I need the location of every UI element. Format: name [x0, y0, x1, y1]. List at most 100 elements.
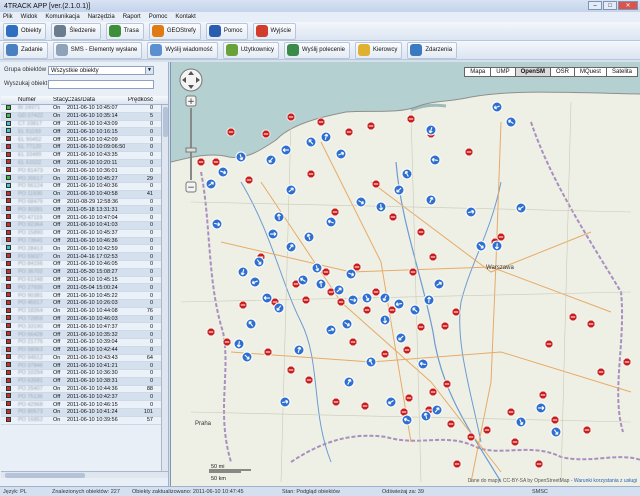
vehicle-stop-icon[interactable] [301, 295, 311, 305]
vehicle-stop-icon[interactable] [348, 337, 358, 347]
vehicle-moving-icon[interactable] [379, 292, 391, 304]
zoom-in-button[interactable]: + [187, 97, 195, 107]
table-row[interactable]: PO 73641 Off 2011-06-10 10:46:36 0 [1, 237, 161, 246]
vehicle-moving-icon[interactable] [249, 276, 261, 288]
table-row[interactable]: PO 27935 Off 2011-05-04 15:00:24 0 [1, 284, 161, 293]
vehicle-moving-icon[interactable] [267, 228, 279, 240]
vehicle-stop-icon[interactable] [428, 252, 438, 262]
vehicle-moving-icon[interactable] [375, 201, 387, 213]
vehicle-moving-icon[interactable] [347, 294, 359, 306]
vehicle-stop-icon[interactable] [452, 459, 462, 469]
map-tab-mapa[interactable]: Mapa [464, 67, 492, 77]
menu-komunikacja[interactable]: Komunikacja [45, 14, 79, 20]
table-row[interactable]: PO 84156 Off 2011-06-10 10:46:05 0 [1, 260, 161, 269]
vehicle-stop-icon[interactable] [416, 227, 426, 237]
table-row[interactable]: PO 10294 Off 2011-06-10 10:36:30 0 [1, 370, 161, 378]
minimize-button[interactable]: – [588, 1, 602, 10]
vehicle-stop-icon[interactable] [596, 367, 606, 377]
vehicle-stop-icon[interactable] [408, 267, 418, 277]
vehicle-stop-icon[interactable] [261, 129, 271, 139]
vehicle-moving-icon[interactable] [241, 351, 253, 363]
vehicle-stop-icon[interactable] [538, 390, 548, 400]
vehicle-moving-icon[interactable] [265, 154, 277, 166]
vehicle-moving-icon[interactable] [401, 414, 413, 426]
vehicle-moving-icon[interactable] [365, 356, 377, 368]
vehicle-moving-icon[interactable] [320, 131, 332, 143]
vehicle-moving-icon[interactable] [515, 416, 527, 428]
table-row[interactable]: PO 29407 On 2011-06-10 10:44:36 88 [1, 385, 161, 394]
menu-raport[interactable]: Raport [123, 14, 141, 20]
vehicle-moving-icon[interactable] [475, 240, 487, 252]
vehicle-stop-icon[interactable] [196, 157, 206, 167]
wyślij-wiadomość-button[interactable]: Wyślij wiadomość [147, 41, 218, 59]
vehicle-moving-icon[interactable] [401, 168, 413, 180]
map-tab-osr[interactable]: OSR [549, 67, 575, 77]
table-row[interactable]: PO 47119 Off 2011-06-10 10:47:04 0 [1, 214, 161, 222]
pomoc-button[interactable]: Pomoc [205, 22, 248, 40]
table-row[interactable]: PO 59027 On 2011-04-16 17:02:53 0 [1, 253, 161, 261]
obiekty-button[interactable]: Obiekty [3, 22, 47, 40]
map-tab-mquest[interactable]: MQuest [573, 67, 607, 77]
vehicle-moving-icon[interactable] [280, 144, 292, 156]
vehicle-moving-icon[interactable] [235, 151, 247, 163]
vehicle-stop-icon[interactable] [464, 147, 474, 157]
vehicle-moving-icon[interactable] [245, 318, 257, 330]
table-row[interactable]: PO 37846 Off 2011-06-10 10:41:21 0 [1, 362, 161, 371]
table-row[interactable]: PO 80573 On 2011-06-10 10:41:24 101 [1, 408, 161, 417]
map-tab-ump[interactable]: UMP [490, 67, 516, 77]
menu-plik[interactable]: Plik [3, 14, 13, 20]
vehicle-stop-icon[interactable] [510, 437, 520, 447]
search-input[interactable] [48, 80, 154, 89]
vehicle-moving-icon[interactable] [233, 338, 245, 350]
vehicle-moving-icon[interactable] [393, 298, 405, 310]
table-row[interactable]: PO 75136 Off 2011-06-10 10:42:37 0 [1, 393, 161, 402]
vehicle-stop-icon[interactable] [404, 393, 414, 403]
vehicle-stop-icon[interactable] [371, 179, 381, 189]
table-row[interactable]: EL 51193 Off 2011-06-10 10:16:15 0 [1, 128, 161, 137]
vehicle-moving-icon[interactable] [261, 292, 273, 304]
zadanie-button[interactable]: Zadanie [3, 41, 48, 59]
table-row[interactable]: PO 28413 On 2011-06-10 10:42:59 0 [1, 245, 161, 254]
vehicle-moving-icon[interactable] [417, 358, 429, 370]
vehicle-moving-icon[interactable] [395, 332, 407, 344]
table-row[interactable]: PO 16852 On 2011-06-10 10:39:56 57 [1, 416, 161, 425]
table-row[interactable]: PO 68475 Off 2010-08-29 12:58:36 0 [1, 198, 161, 207]
vehicle-stop-icon[interactable] [451, 307, 461, 317]
vehicle-stop-icon[interactable] [331, 397, 341, 407]
menu-pomoc[interactable]: Pomoc [149, 14, 168, 20]
vehicle-stop-icon[interactable] [286, 365, 296, 375]
vehicle-stop-icon[interactable] [466, 432, 476, 442]
map-tab-opensm[interactable]: OpenSM [514, 67, 551, 77]
table-row[interactable]: PO 33190 Off 2011-06-10 10:47:37 0 [1, 323, 161, 332]
col-numer[interactable]: Numer [18, 97, 53, 103]
table-row[interactable]: BI 24971 On 2011-06-10 10:45:07 0 [1, 105, 161, 113]
vehicle-moving-icon[interactable] [423, 294, 435, 306]
table-row[interactable]: PO 58063 Off 2011-06-10 10:42:44 0 [1, 346, 161, 355]
table-row[interactable]: PO 20517 On 2011-06-10 10:45:27 29 [1, 175, 161, 183]
vehicle-moving-icon[interactable] [237, 266, 249, 278]
vehicle-moving-icon[interactable] [505, 116, 517, 128]
vertical-scrollbar[interactable] [161, 105, 168, 471]
vehicle-stop-icon[interactable] [568, 312, 578, 322]
vehicle-stop-icon[interactable] [428, 387, 438, 397]
vehicle-stop-icon[interactable] [482, 425, 492, 435]
vehicle-stop-icon[interactable] [360, 401, 370, 411]
vehicle-moving-icon[interactable] [217, 166, 229, 178]
vehicle-stop-icon[interactable] [286, 112, 296, 122]
vehicle-moving-icon[interactable] [425, 124, 437, 136]
vehicle-stop-icon[interactable] [366, 121, 376, 131]
table-row[interactable]: PO 30281 Off 2011-05-18 13:31:31 0 [1, 206, 161, 215]
table-row[interactable]: PO 36702 Off 2011-05-30 15:08:27 0 [1, 268, 161, 277]
table-row[interactable]: PO 72859 Off 2011-06-10 10:46:03 0 [1, 315, 161, 324]
vehicle-moving-icon[interactable] [341, 318, 353, 330]
vehicle-moving-icon[interactable] [285, 184, 297, 196]
vehicle-moving-icon[interactable] [515, 202, 527, 214]
vehicle-moving-icon[interactable] [385, 396, 397, 408]
chevron-down-icon[interactable]: ▼ [145, 67, 153, 74]
map-canvas[interactable]: Warszawa Praha + − 50 mi 50 km [171, 62, 640, 486]
vehicle-moving-icon[interactable] [303, 231, 315, 243]
table-row[interactable]: PO 45017 Off 2011-06-10 10:26:03 0 [1, 299, 161, 308]
vehicle-moving-icon[interactable] [535, 402, 547, 414]
vehicle-moving-icon[interactable] [325, 216, 337, 228]
col-predkosc[interactable]: Prędkość [125, 97, 155, 103]
